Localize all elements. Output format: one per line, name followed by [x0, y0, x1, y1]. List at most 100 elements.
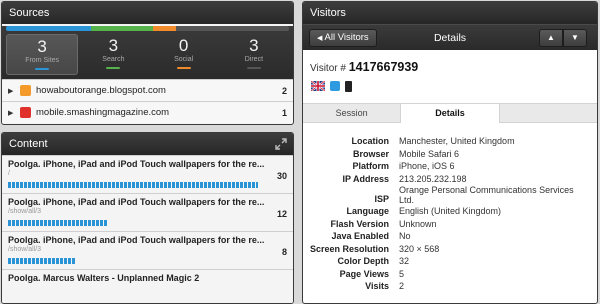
source-tab-search[interactable]: 3 Search	[78, 34, 148, 75]
detail-row-platform: Platform iPhone, iOS 6	[303, 160, 597, 173]
detail-key: Language	[346, 206, 389, 216]
detail-row-isp: ISP Orange Personal Communications Servic…	[303, 185, 597, 205]
tab-spacer	[500, 104, 597, 122]
source-tab-indicator	[106, 67, 121, 69]
detail-key: IP Address	[342, 173, 389, 184]
visitor-prefix: Visitor #	[310, 63, 346, 74]
detail-value: Unknown	[399, 218, 437, 229]
source-tab-from-sites[interactable]: 3 From Sites	[6, 34, 79, 75]
source-tab-label: Social	[174, 56, 194, 63]
content-item[interactable]: Poolga. iPhone, iPad and iPod Touch wall…	[2, 193, 293, 231]
next-visitor-button[interactable]: ▼	[563, 29, 587, 47]
sources-distribution-bar	[6, 26, 289, 31]
detail-key: Platform	[352, 161, 389, 171]
bar-segment-search	[90, 26, 154, 31]
safari-browser-icon	[330, 81, 340, 91]
all-visitors-label: All Visitors	[324, 32, 369, 43]
detail-key: ISP	[374, 193, 389, 204]
detail-value: 5	[399, 268, 405, 279]
source-name: mobile.smashingmagazine.com	[36, 107, 170, 118]
detail-row-color-depth: Color Depth 32	[303, 255, 597, 268]
detail-key: Browser	[352, 148, 389, 159]
orange-favicon-icon	[20, 85, 31, 96]
content-item-title: Poolga. Marcus Walters - Unplanned Magic…	[8, 273, 200, 283]
content-item-title: Poolga. iPhone, iPad and iPod Touch wall…	[8, 235, 265, 245]
down-arrow-icon: ▼	[571, 33, 579, 42]
source-tab-direct[interactable]: 3 Direct	[219, 34, 289, 75]
detail-key: Screen Resolution	[309, 243, 389, 254]
detail-key: Location	[351, 136, 390, 146]
content-item-title: Poolga. iPhone, iPad and iPod Touch wall…	[8, 197, 265, 207]
content-item-bar	[8, 258, 75, 264]
visitors-navbar: ◀ All Visitors Details ▲ ▼	[303, 24, 597, 50]
source-count: 1	[281, 107, 287, 118]
all-visitors-button[interactable]: ◀ All Visitors	[309, 29, 377, 47]
expand-triangle-icon[interactable]: ▶	[8, 109, 20, 117]
details-list: Location Manchester, United Kingdom Brows…	[303, 123, 597, 293]
expand-icon[interactable]	[275, 138, 287, 150]
detail-value: 2	[399, 281, 405, 291]
bar-segment-social	[153, 26, 176, 31]
source-tab-indicator	[246, 67, 261, 69]
content-item[interactable]: Poolga. Marcus Walters - Unplanned Magic…	[2, 269, 293, 303]
content-header: Content	[2, 133, 293, 155]
tab-details[interactable]: Details	[400, 104, 500, 123]
content-item-path: /	[8, 170, 10, 177]
detail-value: 320 × 568	[399, 243, 440, 254]
source-tab-label: Direct	[244, 56, 264, 63]
sources-panel: Sources 3 From Sites 3 Search 0 Social 3…	[1, 1, 294, 125]
iphone-device-icon	[345, 80, 352, 92]
expand-triangle-icon[interactable]: ▶	[8, 87, 20, 95]
detail-key: Color Depth	[337, 256, 390, 266]
source-count: 2	[281, 85, 287, 96]
content-item[interactable]: Poolga. iPhone, iPad and iPod Touch wall…	[2, 231, 293, 269]
sources-summary: 3 From Sites 3 Search 0 Social 3 Direct	[2, 26, 293, 79]
detail-key: Page Views	[339, 268, 389, 279]
content-item-bar	[8, 220, 108, 226]
detail-value: No	[399, 231, 411, 241]
content-item-bar	[8, 182, 258, 188]
tab-session[interactable]: Session	[303, 104, 400, 122]
source-row-smashingmagazine[interactable]: ▶ mobile.smashingmagazine.com 1	[2, 101, 293, 123]
detail-row-location: Location Manchester, United Kingdom	[303, 135, 597, 148]
detail-row-page-views: Page Views 5	[303, 268, 597, 281]
up-arrow-icon: ▲	[547, 33, 555, 42]
source-tab-social[interactable]: 0 Social	[149, 34, 219, 75]
detail-row-java: Java Enabled No	[303, 230, 597, 243]
content-item-count: 12	[276, 209, 287, 219]
content-item-path: /show/all/3	[8, 246, 42, 253]
source-tab-count: 0	[178, 36, 189, 55]
detail-value: 32	[399, 256, 410, 266]
detail-value: Mobile Safari 6	[399, 148, 460, 159]
source-tab-label: Search	[102, 56, 125, 63]
source-tab-label: From Sites	[25, 57, 60, 64]
content-item-count: 8	[281, 247, 287, 257]
content-panel: Content Poolga. iPhone, iPad and iPod To…	[1, 132, 294, 304]
visitor-badges	[303, 76, 597, 96]
previous-visitor-button[interactable]: ▲	[539, 29, 563, 47]
detail-value: English (United Kingdom)	[399, 206, 502, 216]
content-item[interactable]: Poolga. iPhone, iPad and iPod Touch wall…	[2, 155, 293, 193]
detail-value: 213.205.232.198	[399, 173, 467, 184]
bar-segment-direct	[175, 26, 289, 31]
detail-row-language: Language English (United Kingdom)	[303, 205, 597, 218]
source-row-howaboutorange[interactable]: ▶ howaboutorange.blogspot.com 2	[2, 79, 293, 101]
content-item-path: /show/all/3	[8, 208, 42, 215]
content-title: Content	[9, 138, 48, 150]
visitor-tabs: Session Details	[303, 103, 597, 123]
back-arrow-icon: ◀	[317, 35, 323, 42]
source-tab-indicator	[176, 67, 191, 69]
content-item-title: Poolga. iPhone, iPad and iPod Touch wall…	[8, 159, 265, 169]
source-tab-count: 3	[37, 37, 47, 56]
sources-title: Sources	[2, 2, 293, 24]
detail-row-resolution: Screen Resolution 320 × 568	[303, 243, 597, 256]
detail-row-ip: IP Address 213.205.232.198	[303, 173, 597, 186]
content-item-count: 30	[276, 171, 287, 181]
source-tab-count: 3	[108, 36, 119, 55]
visitor-id: 1417667939	[348, 60, 419, 74]
detail-row-visits: Visits 2	[303, 280, 597, 293]
detail-key: Java Enabled	[331, 231, 389, 241]
detail-key: Visits	[365, 281, 389, 291]
detail-key: Flash Version	[330, 218, 389, 229]
uk-flag-icon	[311, 81, 325, 91]
